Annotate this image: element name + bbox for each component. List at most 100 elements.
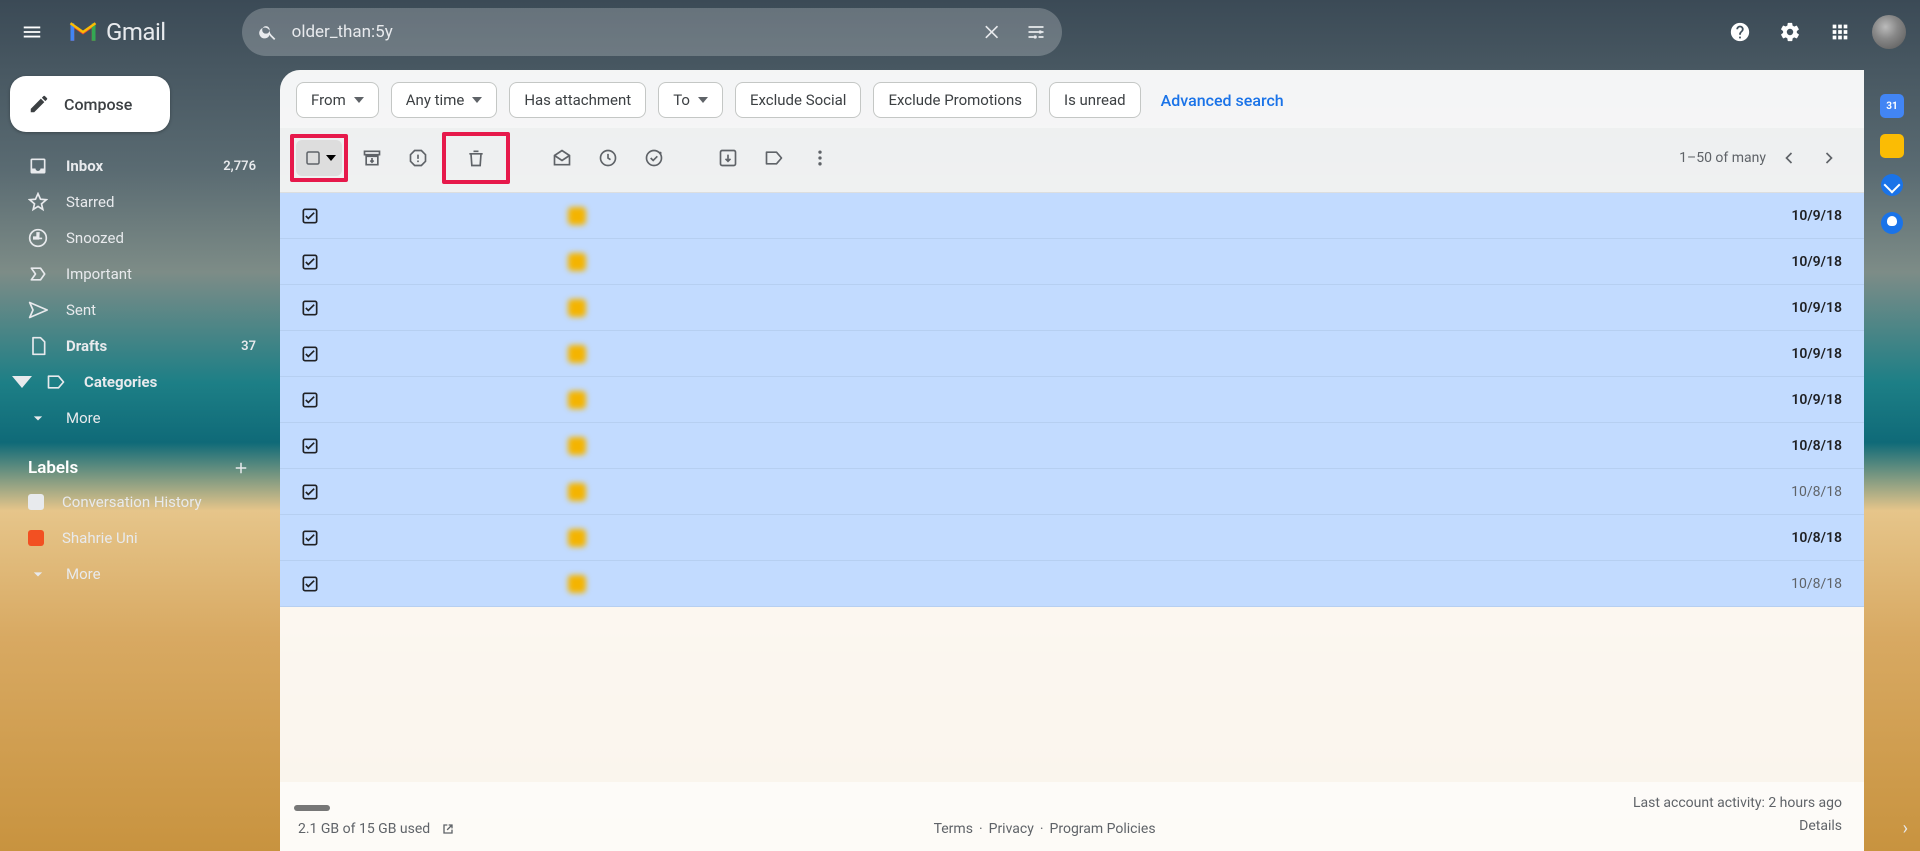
filter-chip-to[interactable]: To [658,82,723,118]
row-checkbox[interactable] [292,206,328,226]
sidebar-label-shahrie-uni[interactable]: Shahrie Uni [0,520,272,556]
add-label-button[interactable] [232,459,250,477]
row-checkbox[interactable] [292,390,328,410]
email-row[interactable]: 10/8/18 [280,561,1864,607]
search-input[interactable] [290,21,970,43]
sidebar-item-drafts[interactable]: Drafts37 [0,328,272,364]
footer-link-privacy[interactable]: Privacy [989,821,1034,837]
search-options-button[interactable] [1014,10,1058,54]
email-row[interactable]: 10/9/18 [280,285,1864,331]
search-icon-btn[interactable] [246,10,290,54]
search-clear-button[interactable] [970,10,1014,54]
chevron-icon [28,408,48,428]
tasks-app-button[interactable] [1881,174,1903,196]
row-checkbox[interactable] [292,436,328,456]
email-row[interactable]: 10/8/18 [280,515,1864,561]
row-marker [562,437,592,455]
row-checkbox[interactable] [292,482,328,502]
close-icon [982,22,1002,42]
email-row[interactable]: 10/9/18 [280,193,1864,239]
highlight-select-all [290,134,348,182]
row-checkbox[interactable] [292,574,328,594]
more-actions-button[interactable] [798,138,842,178]
footer-link-policies[interactable]: Program Policies [1050,821,1156,837]
chevron-down-icon [28,564,48,584]
clock-icon [28,228,48,248]
filter-chip-any-time[interactable]: Any time [391,82,498,118]
filter-chip-exclude-promotions[interactable]: Exclude Promotions [873,82,1037,118]
mark-as-read-button[interactable] [540,138,584,178]
account-avatar[interactable] [1872,15,1906,49]
side-panel-toggle[interactable]: › [1903,818,1908,839]
sidebar-label-conversation-history[interactable]: Conversation History [0,484,272,520]
footer-links: Terms · Privacy · Program Policies [934,821,1156,837]
storage-manage-link[interactable] [440,821,456,837]
sidebar: Compose Inbox2,776StarredSnoozedImportan… [0,64,280,851]
sidebar-item-snoozed[interactable]: Snoozed [0,220,272,256]
row-marker [562,253,592,271]
sidebar-labels-more[interactable]: More [0,556,272,592]
row-checkbox[interactable] [292,344,328,364]
sidebar-item-categories[interactable]: Categories [0,364,272,400]
pager-newer-button[interactable] [1772,138,1806,178]
row-marker [562,391,592,409]
email-row[interactable]: 10/9/18 [280,331,1864,377]
support-button[interactable] [1716,8,1764,56]
snooze-button[interactable] [586,138,630,178]
pencil-icon [28,93,50,115]
add-to-tasks-button[interactable] [632,138,676,178]
pager: 1–50 of many [1679,138,1846,178]
row-date: 10/9/18 [1752,254,1842,270]
email-row[interactable]: 10/9/18 [280,239,1864,285]
labels-button[interactable] [752,138,796,178]
filter-chip-exclude-social[interactable]: Exclude Social [735,82,862,118]
move-to-button[interactable] [706,138,750,178]
main-menu-button[interactable] [8,8,56,56]
footer-link-terms[interactable]: Terms [934,821,973,837]
row-marker [562,345,592,363]
gmail-logo[interactable]: Gmail [64,18,206,46]
pager-older-button[interactable] [1812,138,1846,178]
search-icon [258,22,278,42]
label-color-dot [28,530,44,546]
compose-button[interactable]: Compose [10,76,170,132]
horizontal-scrollbar[interactable] [294,805,330,811]
contacts-app-button[interactable] [1881,212,1903,234]
sidebar-item-inbox[interactable]: Inbox2,776 [0,148,272,184]
category-icon [46,372,66,392]
row-checkbox[interactable] [292,298,328,318]
calendar-app-button[interactable] [1880,94,1904,118]
help-icon [1729,21,1751,43]
gear-icon [1779,21,1801,43]
row-checkbox[interactable] [292,252,328,272]
sidebar-item-sent[interactable]: Sent [0,292,272,328]
archive-button[interactable] [350,138,394,178]
email-row[interactable]: 10/8/18 [280,423,1864,469]
keep-app-button[interactable] [1880,134,1904,158]
add-task-icon [644,148,664,168]
caret-down-icon [326,153,336,163]
row-date: 10/9/18 [1752,346,1842,362]
pager-text: 1–50 of many [1679,150,1766,166]
gmail-icon [68,20,98,44]
sidebar-item-more[interactable]: More [0,400,272,436]
advanced-search-link[interactable]: Advanced search [1161,91,1284,110]
settings-button[interactable] [1766,8,1814,56]
activity-details-link[interactable]: Details [1799,818,1842,834]
report-spam-button[interactable] [396,138,440,178]
sidebar-item-important[interactable]: Important [0,256,272,292]
send-icon [28,300,48,320]
filter-chip-is-unread[interactable]: Is unread [1049,82,1141,118]
sidebar-item-starred[interactable]: Starred [0,184,272,220]
select-all-checkbox[interactable] [296,140,342,176]
highlight-delete [442,132,510,184]
email-row[interactable]: 10/8/18 [280,469,1864,515]
filter-chip-has-attachment[interactable]: Has attachment [509,82,646,118]
email-row[interactable]: 10/9/18 [280,377,1864,423]
app-name: Gmail [106,18,166,46]
filter-chip-from[interactable]: From [296,82,379,118]
row-date: 10/8/18 [1752,530,1842,546]
delete-button[interactable] [456,138,496,178]
row-checkbox[interactable] [292,528,328,548]
google-apps-button[interactable] [1816,8,1864,56]
